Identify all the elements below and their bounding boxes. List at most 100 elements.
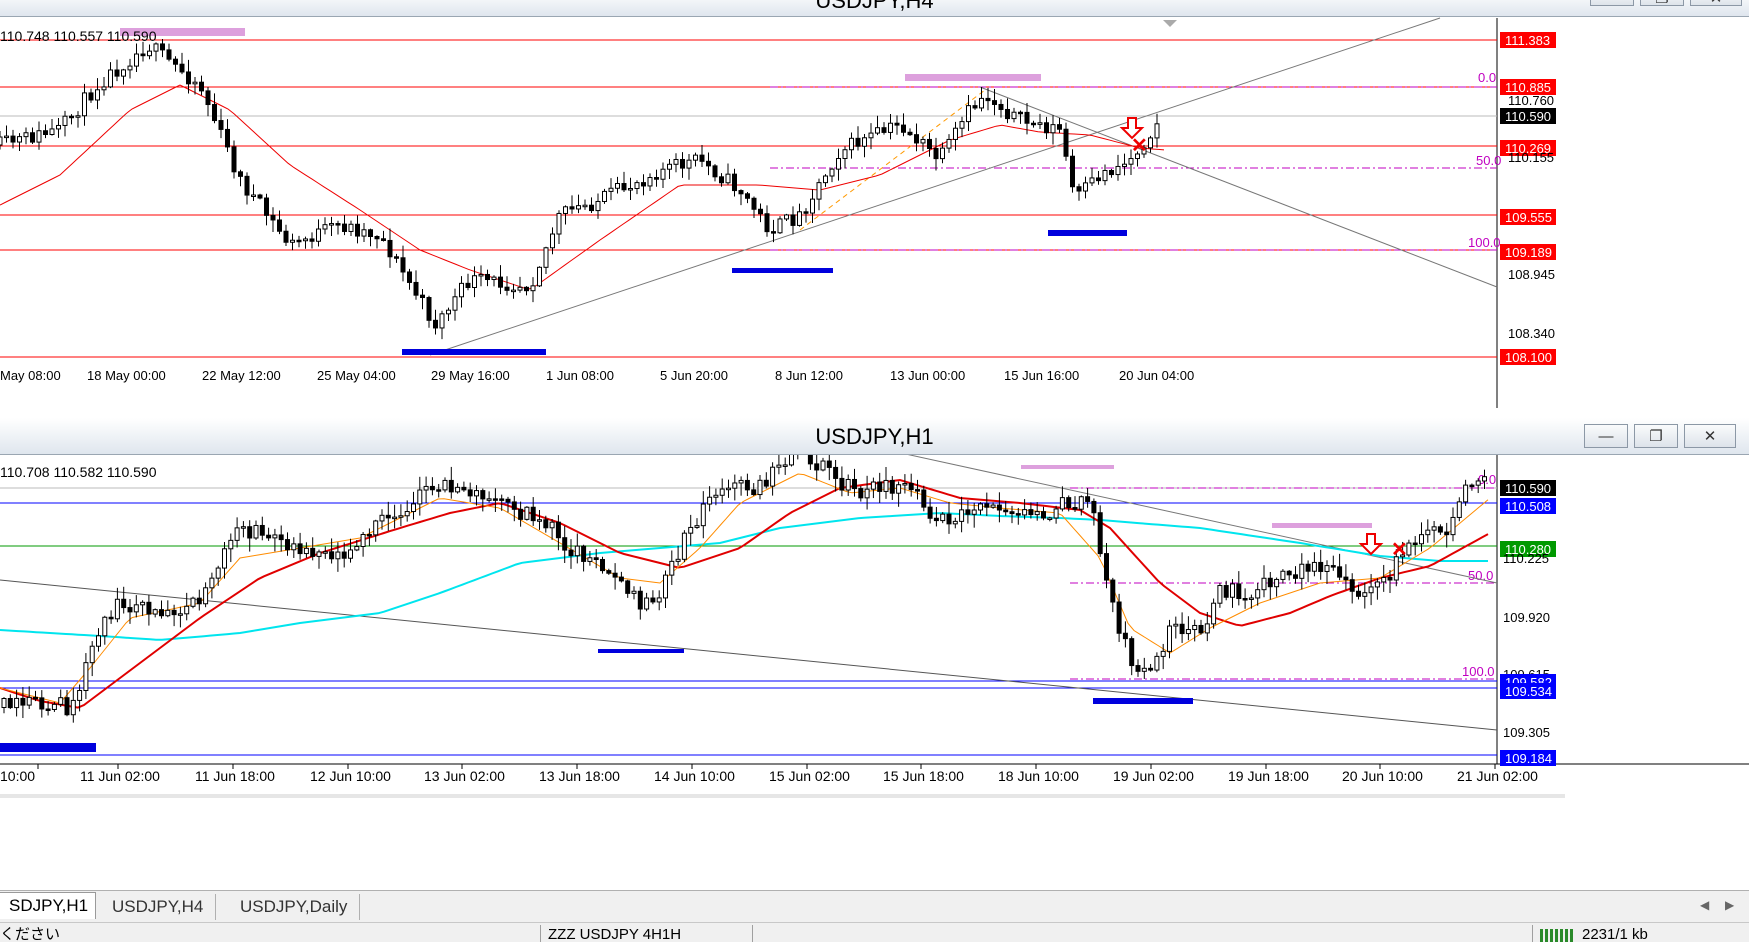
h4-candle-body — [82, 92, 87, 117]
h4-candle-body — [407, 271, 412, 283]
h4-candle-body — [498, 276, 503, 288]
h4-candle-body — [738, 190, 744, 195]
h4-chart-plot[interactable]: 0.050.0100.0✕111.383110.885110.760110.59… — [0, 0, 1749, 408]
h1-candle-body — [379, 514, 385, 522]
h4-candle-body — [322, 224, 328, 230]
h4-price-label: 111.383 — [1505, 33, 1550, 48]
tab-usdjpy-daily[interactable]: USDJPY,Daily — [228, 894, 361, 920]
tab-usdjpy-h1[interactable]: SDJPY,H1 — [0, 892, 96, 919]
h1-candle-body — [1034, 511, 1040, 516]
h4-candle-body — [810, 198, 815, 214]
h1-candle-body — [392, 516, 398, 520]
h4-titlebar[interactable]: USDJPY,H4 — ❐ ✕ — [0, 0, 1749, 17]
h4-candle-body — [680, 158, 685, 169]
h1-candle-body — [978, 503, 983, 511]
h1-candle-body — [348, 549, 353, 559]
h1-candle-body — [593, 557, 599, 561]
h1-candle-body — [215, 567, 221, 579]
h4-candle-body — [686, 159, 692, 169]
h4-candle-body — [862, 137, 867, 147]
h4-candle-body — [823, 175, 828, 184]
h1-close-button[interactable]: ✕ — [1684, 424, 1736, 448]
h1-candle-body — [1337, 566, 1343, 578]
status-help-text: ください — [0, 926, 61, 942]
h1-time-label: 10:00 — [0, 768, 35, 784]
h1-candle-body — [1122, 632, 1128, 640]
h1-minimize-button[interactable]: — — [1584, 424, 1628, 448]
h1-candle-body — [1274, 578, 1280, 588]
h1-candle-body — [852, 478, 857, 490]
h1-candle-body — [152, 609, 158, 615]
h4-support-bar — [402, 349, 546, 355]
h4-candle-body — [628, 188, 633, 191]
h1-candle-body — [1450, 516, 1456, 536]
h1-candle-body — [1135, 665, 1141, 672]
h1-bottom-border — [0, 794, 1565, 798]
h1-candle-body — [1009, 511, 1015, 515]
h4-candle-body — [303, 238, 308, 242]
h1-candle-body — [58, 697, 64, 705]
h1-candle-body — [51, 703, 57, 710]
h1-candle-body — [354, 545, 360, 551]
h4-candle-body — [1076, 186, 1082, 192]
h1-titlebar[interactable]: USDJPY,H1 — ❐ ✕ — [0, 418, 1749, 455]
h1-candle-body — [360, 533, 366, 547]
h1-chart-window[interactable]: 0.050.0100.0✕110.886110.835110.590110.50… — [0, 418, 1749, 890]
h1-candle-body — [1255, 589, 1261, 599]
h4-support-bar — [732, 268, 833, 273]
h1-candle-body — [990, 504, 996, 508]
tab-scroll-left-icon[interactable]: ◀ — [1700, 898, 1709, 912]
h4-candle-body — [88, 92, 94, 101]
h1-candle-body — [1091, 500, 1097, 514]
h1-window-title: USDJPY,H1 — [815, 424, 934, 449]
h4-candle-body — [790, 214, 796, 226]
h1-candle-body — [612, 572, 618, 578]
tab-scroll-right-icon[interactable]: ▶ — [1725, 898, 1734, 912]
h4-chart-window[interactable]: 0.0 50.0 100.0 ✕ 111.383 110.885 110.760 110.59… — [0, 0, 1749, 418]
status-bar: ください ZZZ USDJPY 4H1H 2231/1 kb — [0, 922, 1749, 942]
h4-candle-body — [134, 53, 139, 67]
h1-candle-body — [140, 601, 146, 606]
h4-minimize-button[interactable]: — — [1590, 0, 1634, 7]
h1-chart-plot[interactable]: 0.050.0100.0✕110.886110.835110.590110.50… — [0, 418, 1749, 890]
h1-restore-button[interactable]: ❐ — [1634, 424, 1678, 448]
h1-candle-body — [1299, 563, 1305, 579]
h4-entry-x-icon: ✕ — [1131, 135, 1148, 157]
tab-usdjpy-h4[interactable]: USDJPY,H4 — [100, 894, 217, 920]
h1-candle-body — [1248, 597, 1254, 600]
h1-candle-body — [1482, 476, 1487, 482]
h1-candle-body — [1160, 650, 1166, 657]
h1-candle-body — [1412, 542, 1418, 546]
h4-close-button[interactable]: ✕ — [1690, 0, 1742, 7]
h4-candle-body — [49, 128, 55, 135]
h1-candle-body — [1324, 565, 1330, 572]
h1-candle-body — [1293, 574, 1298, 579]
h1-candle-body — [436, 489, 442, 492]
h4-candle-body — [972, 105, 978, 109]
h4-candle-body — [361, 229, 367, 237]
h1-candle-body — [1198, 624, 1204, 634]
h1-time-label: 12 Jun 10:00 — [310, 768, 391, 784]
h4-candle-body — [615, 183, 620, 189]
h1-candle-body — [1456, 501, 1462, 518]
h1-candle-body — [1381, 576, 1387, 583]
h1-candle-body — [1028, 509, 1034, 516]
h4-time-label: 13 Jun 00:00 — [890, 368, 965, 383]
h1-candle-body — [549, 521, 555, 529]
h1-candle-body — [114, 598, 120, 620]
h1-candle-body — [1116, 601, 1122, 634]
h1-resistance-bar — [1021, 465, 1114, 469]
h4-restore-button[interactable]: ❐ — [1640, 0, 1684, 7]
h4-candle-body — [127, 65, 133, 71]
h4-candle-body — [114, 69, 120, 77]
h4-candle-body — [1096, 177, 1101, 182]
h1-candle-body — [1104, 553, 1109, 581]
h4-candle-body — [439, 313, 445, 329]
h1-candle-body — [7, 698, 13, 709]
h4-candle-body — [199, 81, 204, 92]
h4-candle-body — [0, 136, 3, 146]
h4-candle-body — [1070, 155, 1075, 188]
h4-candle-body — [556, 212, 562, 235]
h4-candle-body — [537, 266, 542, 287]
h1-candle-body — [952, 520, 958, 525]
